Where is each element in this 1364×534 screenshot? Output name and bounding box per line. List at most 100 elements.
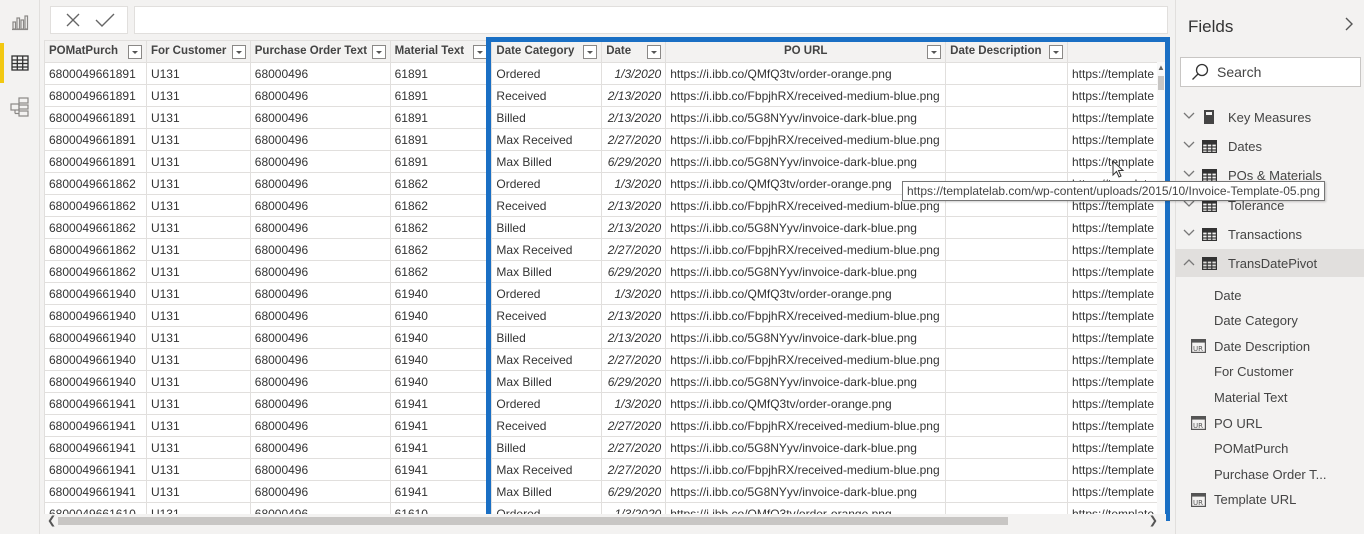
table-row[interactable]: 6800049661862 U131 68000496 61862 Max Receiv… xyxy=(44,238,1166,261)
field-table-transdatepivot[interactable]: TransDatePivot xyxy=(1176,249,1364,277)
cell-for-customer[interactable]: U131 xyxy=(145,216,251,239)
cell-date-description[interactable] xyxy=(945,502,1068,514)
cell-material-text[interactable]: 61940 xyxy=(389,370,493,393)
cell-date-category[interactable]: Received xyxy=(491,304,603,327)
model-view-button[interactable] xyxy=(0,87,40,127)
table-row[interactable]: 6800049661940 U131 68000496 61940 Ordered 1/3… xyxy=(44,282,1166,305)
filter-dropdown-icon[interactable] xyxy=(647,45,662,59)
cell-pomatpurch[interactable]: 6800049661610 xyxy=(44,502,147,514)
cell-po-url[interactable]: https://i.ibb.co/QMfQ3tv/order-orange.pn… xyxy=(665,62,947,85)
cell-purchase-order-text[interactable]: 68000496 xyxy=(249,150,391,173)
cell-template-url[interactable]: https://template xyxy=(1066,480,1166,503)
column-header-date-description[interactable]: Date Description xyxy=(945,40,1068,63)
cell-purchase-order-text[interactable]: 68000496 xyxy=(249,348,391,371)
cell-material-text[interactable]: 61891 xyxy=(389,128,493,151)
cell-date-description[interactable] xyxy=(945,304,1068,327)
cell-date[interactable]: 1/3/2020 xyxy=(601,392,667,415)
cell-po-url[interactable]: https://i.ibb.co/5G8NYyv/invoice-dark-bl… xyxy=(665,106,947,129)
filter-dropdown-icon[interactable] xyxy=(473,45,488,59)
cell-template-url[interactable]: https://template xyxy=(1066,282,1166,305)
cell-for-customer[interactable]: U131 xyxy=(145,194,251,217)
filter-dropdown-icon[interactable] xyxy=(127,45,142,59)
cell-date-description[interactable] xyxy=(945,326,1068,349)
cell-date-category[interactable]: Ordered xyxy=(491,502,603,514)
cell-template-url[interactable]: https://template xyxy=(1066,216,1166,239)
cell-material-text[interactable]: 61610 xyxy=(389,502,493,514)
cell-date-description[interactable] xyxy=(945,436,1068,459)
cell-for-customer[interactable]: U131 xyxy=(145,106,251,129)
cell-date[interactable]: 2/27/2020 xyxy=(601,458,667,481)
cell-for-customer[interactable]: U131 xyxy=(145,392,251,415)
cell-date-description[interactable] xyxy=(945,348,1068,371)
cell-for-customer[interactable]: U131 xyxy=(145,348,251,371)
cell-po-url[interactable]: https://i.ibb.co/5G8NYyv/invoice-dark-bl… xyxy=(665,150,947,173)
cell-template-url[interactable]: https://template xyxy=(1066,238,1166,261)
cell-pomatpurch[interactable]: 6800049661941 xyxy=(44,436,147,459)
field-column-po-url[interactable]: UR PO URL xyxy=(1176,411,1364,435)
table-row[interactable]: 6800049661940 U131 68000496 61940 Max Billed… xyxy=(44,370,1166,393)
column-header-purchase-order-text[interactable]: Purchase Order Text xyxy=(249,40,391,63)
cell-date[interactable]: 2/13/2020 xyxy=(601,106,667,129)
cell-pomatpurch[interactable]: 6800049661891 xyxy=(44,150,147,173)
cell-date-description[interactable] xyxy=(945,216,1068,239)
cell-for-customer[interactable]: U131 xyxy=(145,436,251,459)
cell-material-text[interactable]: 61941 xyxy=(389,436,493,459)
cell-template-url[interactable]: https://template xyxy=(1066,502,1166,514)
table-row[interactable]: 6800049661610 U131 68000496 61610 Ordered 1/3… xyxy=(44,502,1166,514)
formula-input[interactable] xyxy=(134,6,1168,34)
cell-material-text[interactable]: 61891 xyxy=(389,106,493,129)
cell-template-url[interactable]: https://template xyxy=(1066,106,1166,129)
cancel-formula-button[interactable] xyxy=(61,8,85,32)
cell-date-category[interactable]: Max Received xyxy=(491,348,603,371)
filter-dropdown-icon[interactable] xyxy=(1048,45,1063,59)
field-column-date-category[interactable]: Date Category xyxy=(1176,309,1364,333)
cell-po-url[interactable]: https://i.ibb.co/5G8NYyv/invoice-dark-bl… xyxy=(665,436,947,459)
cell-pomatpurch[interactable]: 6800049661891 xyxy=(44,106,147,129)
cell-for-customer[interactable]: U131 xyxy=(145,150,251,173)
cell-purchase-order-text[interactable]: 68000496 xyxy=(249,172,391,195)
commit-formula-button[interactable] xyxy=(93,8,117,32)
cell-date[interactable]: 2/27/2020 xyxy=(601,348,667,371)
cell-material-text[interactable]: 61940 xyxy=(389,348,493,371)
cell-purchase-order-text[interactable]: 68000496 xyxy=(249,392,391,415)
cell-purchase-order-text[interactable]: 68000496 xyxy=(249,370,391,393)
cell-date[interactable]: 2/27/2020 xyxy=(601,436,667,459)
cell-material-text[interactable]: 61891 xyxy=(389,150,493,173)
cell-po-url[interactable]: https://i.ibb.co/5G8NYyv/invoice-dark-bl… xyxy=(665,480,947,503)
table-row[interactable]: 6800049661940 U131 68000496 61940 Received 2/… xyxy=(44,304,1166,327)
cell-for-customer[interactable]: U131 xyxy=(145,480,251,503)
cell-po-url[interactable]: https://i.ibb.co/5G8NYyv/invoice-dark-bl… xyxy=(665,370,947,393)
cell-pomatpurch[interactable]: 6800049661941 xyxy=(44,480,147,503)
cell-pomatpurch[interactable]: 6800049661940 xyxy=(44,304,147,327)
cell-date[interactable]: 2/13/2020 xyxy=(601,326,667,349)
field-column-material-text[interactable]: Material Text xyxy=(1176,385,1364,409)
cell-template-url[interactable]: https://template xyxy=(1066,348,1166,371)
cell-date-category[interactable]: Ordered xyxy=(491,172,603,195)
cell-date[interactable]: 1/3/2020 xyxy=(601,172,667,195)
field-column-for-customer[interactable]: For Customer xyxy=(1176,360,1364,384)
cell-po-url[interactable]: https://i.ibb.co/QMfQ3tv/order-orange.pn… xyxy=(665,282,947,305)
cell-template-url[interactable]: https://template xyxy=(1066,392,1166,415)
cell-purchase-order-text[interactable]: 68000496 xyxy=(249,84,391,107)
cell-po-url[interactable]: https://i.ibb.co/QMfQ3tv/order-orange.pn… xyxy=(665,502,947,514)
cell-date-description[interactable] xyxy=(945,150,1068,173)
cell-template-url[interactable]: https://template xyxy=(1066,260,1166,283)
data-view-button[interactable] xyxy=(0,43,40,83)
cell-pomatpurch[interactable]: 6800049661940 xyxy=(44,370,147,393)
cell-date[interactable]: 2/13/2020 xyxy=(601,194,667,217)
cell-po-url[interactable]: https://i.ibb.co/FbpjhRX/received-medium… xyxy=(665,238,947,261)
cell-purchase-order-text[interactable]: 68000496 xyxy=(249,260,391,283)
cell-date-category[interactable]: Billed xyxy=(491,216,603,239)
table-row[interactable]: 6800049661891 U131 68000496 61891 Billed 2/13… xyxy=(44,106,1166,129)
cell-pomatpurch[interactable]: 6800049661862 xyxy=(44,194,147,217)
cell-date-description[interactable] xyxy=(945,128,1068,151)
cell-date[interactable]: 2/27/2020 xyxy=(601,238,667,261)
cell-date-category[interactable]: Ordered xyxy=(491,62,603,85)
field-table-transactions[interactable]: Transactions xyxy=(1176,220,1364,248)
collapse-fields-button[interactable] xyxy=(1344,16,1354,37)
chevron-down-icon[interactable] xyxy=(1178,111,1200,123)
cell-template-url[interactable]: https://template xyxy=(1066,458,1166,481)
cell-date-category[interactable]: Max Billed xyxy=(491,480,603,503)
cell-date-category[interactable]: Max Billed xyxy=(491,370,603,393)
cell-date[interactable]: 2/13/2020 xyxy=(601,216,667,239)
